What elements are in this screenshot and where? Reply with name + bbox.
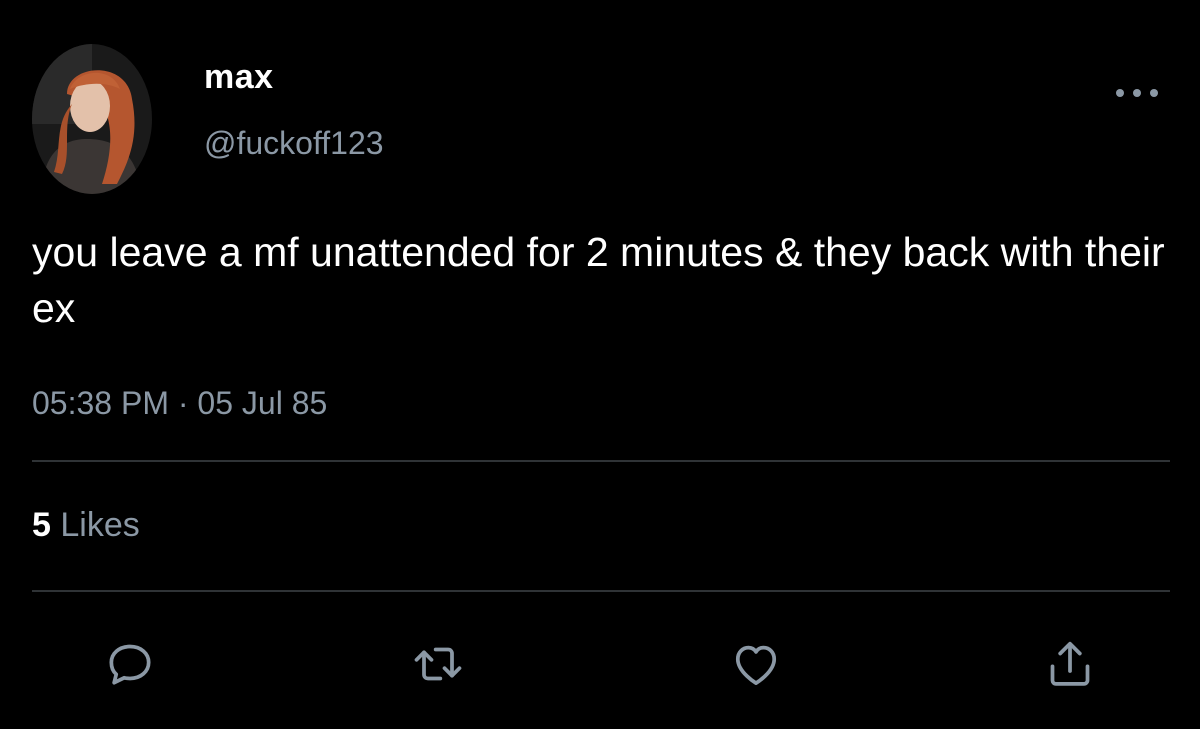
- retweet-icon: [414, 647, 462, 681]
- dot: [1116, 89, 1124, 97]
- likes-count: 5: [32, 506, 51, 544]
- like-button[interactable]: [726, 634, 786, 694]
- more-options-icon[interactable]: [1116, 78, 1158, 108]
- dot: [1150, 89, 1158, 97]
- dot: [1133, 89, 1141, 97]
- reply-button[interactable]: [100, 634, 160, 694]
- avatar-photo: [32, 44, 152, 194]
- likes-label: Likes: [60, 506, 140, 544]
- retweet-button[interactable]: [408, 634, 468, 694]
- share-button[interactable]: [1040, 634, 1100, 694]
- display-name[interactable]: max: [204, 58, 274, 97]
- tweet-time: 05:38 PM: [32, 385, 169, 421]
- divider: [32, 460, 1170, 462]
- tweet-text: you leave a mf unattended for 2 minutes …: [32, 229, 1177, 331]
- tweet-date: 05 Jul 85: [197, 385, 328, 421]
- share-icon: [1050, 641, 1090, 686]
- heart-icon: [735, 645, 777, 685]
- tweet-timestamp[interactable]: 05:38 PM · 05 Jul 85: [32, 385, 327, 422]
- avatar[interactable]: [32, 44, 152, 194]
- reply-icon: [109, 644, 151, 685]
- tweet-card: max @fuckoff123 you leave a mf unattende…: [0, 0, 1200, 729]
- meta-separator: ·: [177, 385, 189, 421]
- divider: [32, 590, 1170, 592]
- user-handle[interactable]: @fuckoff123: [204, 125, 384, 162]
- likes-stat[interactable]: 5 Likes: [32, 506, 140, 545]
